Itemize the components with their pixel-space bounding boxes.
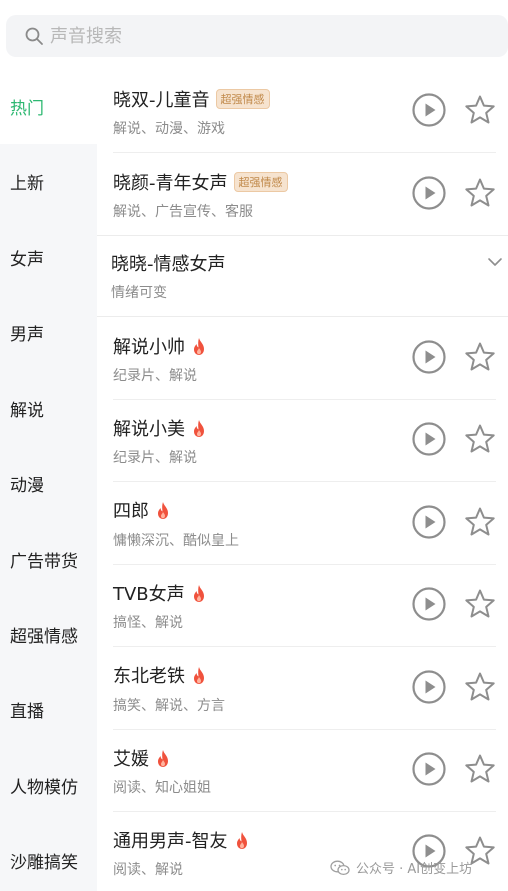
list-item[interactable]: 艾媛 阅读、知心姐姐 — [97, 729, 508, 811]
sidebar-item-label: 解说 — [10, 401, 44, 421]
sidebar-item-male[interactable]: 男声 — [0, 295, 97, 370]
voice-name: TVB女声 — [113, 584, 185, 605]
voice-description: 解说、动漫、游戏 — [113, 121, 225, 137]
chevron-down-icon[interactable] — [486, 253, 504, 271]
sidebar-item-new[interactable]: 上新 — [0, 144, 97, 219]
voice-description: 纪录片、解说 — [113, 450, 197, 466]
play-icon[interactable] — [412, 340, 446, 374]
star-icon[interactable] — [463, 752, 497, 786]
list-item[interactable]: 晓双-儿童音 超强情感 解说、动漫、游戏 — [97, 69, 508, 152]
sidebar-item-female[interactable]: 女声 — [0, 220, 97, 295]
fire-icon — [194, 337, 204, 355]
watermark: 公众号 · AI创变上坊 — [330, 858, 472, 877]
sidebar-item-label: 直播 — [10, 702, 44, 722]
sidebar-item-ads[interactable]: 广告带货 — [0, 522, 97, 597]
star-icon[interactable] — [463, 670, 497, 704]
sidebar-item-label: 广告带货 — [10, 552, 78, 572]
voice-name: 四郎 — [113, 501, 149, 522]
play-icon[interactable] — [412, 587, 446, 621]
play-icon[interactable] — [412, 422, 446, 456]
star-icon[interactable] — [463, 587, 497, 621]
fire-icon — [194, 419, 204, 437]
play-icon[interactable] — [412, 505, 446, 539]
voice-name: 通用男声-智友 — [113, 831, 228, 852]
play-icon[interactable] — [412, 176, 446, 210]
search-bar[interactable] — [6, 15, 508, 57]
voice-description: 搞怪、解说 — [113, 615, 183, 631]
fire-icon — [158, 501, 168, 519]
sidebar-item-funny[interactable]: 沙雕搞笑 — [0, 823, 97, 891]
sidebar-item-label: 上新 — [10, 174, 44, 194]
voice-description: 阅读、解说 — [113, 862, 183, 878]
sidebar-item-emotion[interactable]: 超强情感 — [0, 597, 97, 672]
play-icon[interactable] — [412, 93, 446, 127]
fire-icon — [193, 584, 204, 602]
sidebar-item-label: 男声 — [10, 325, 44, 345]
voice-description: 情绪可变 — [111, 285, 167, 301]
list-item[interactable]: 解说小帅 纪录片、解说 — [97, 316, 508, 399]
list-item[interactable]: 通用男声-智友 阅读、解说 — [97, 811, 508, 891]
watermark-text: 公众号 · AI创变上坊 — [356, 862, 473, 877]
play-icon[interactable] — [412, 670, 446, 704]
list-item-expandable[interactable]: 晓晓-情感女声 情绪可变 — [97, 235, 508, 316]
sidebar-item-imitation[interactable]: 人物模仿 — [0, 748, 97, 823]
voice-description: 纪录片、解说 — [113, 368, 197, 384]
voice-list: 晓双-儿童音 超强情感 解说、动漫、游戏 晓颜-青年女声 超强情感 解说、广告宣… — [97, 69, 508, 891]
voice-tag-badge: 超强情感 — [233, 172, 288, 192]
wechat-icon — [330, 860, 350, 875]
voice-name: 艾媛 — [113, 749, 149, 770]
sidebar-item-label: 热门 — [10, 99, 44, 119]
voice-name: 晓双-儿童音 — [113, 90, 210, 111]
voice-name: 晓晓-情感女声 — [111, 254, 226, 275]
sidebar-item-label: 女声 — [10, 250, 44, 270]
search-input[interactable] — [50, 15, 490, 57]
search-icon — [25, 27, 43, 45]
list-item[interactable]: 东北老铁 搞笑、解说、方言 — [97, 646, 508, 729]
voice-description: 搞笑、解说、方言 — [113, 698, 225, 714]
star-icon[interactable] — [463, 422, 497, 456]
voice-description: 解说、广告宣传、客服 — [113, 204, 253, 220]
star-icon[interactable] — [463, 93, 497, 127]
sidebar-item-label: 超强情感 — [10, 627, 78, 647]
sidebar-item-hot[interactable]: 热门 — [0, 69, 97, 144]
sidebar-item-label: 动漫 — [10, 476, 44, 496]
fire-icon — [236, 831, 247, 849]
star-icon[interactable] — [463, 176, 497, 210]
voice-description: 阅读、知心姐姐 — [113, 780, 211, 796]
voice-name: 东北老铁 — [113, 666, 185, 687]
voice-name: 解说小帅 — [113, 337, 185, 358]
list-item[interactable]: 四郎 慵懒深沉、酷似皇上 — [97, 481, 508, 564]
fire-icon — [194, 666, 204, 684]
sidebar-item-label: 人物模仿 — [10, 778, 78, 798]
voice-description: 慵懒深沉、酷似皇上 — [113, 533, 239, 549]
sidebar-item-narration[interactable]: 解说 — [0, 371, 97, 446]
sidebar-item-live[interactable]: 直播 — [0, 672, 97, 747]
list-item[interactable]: 晓颜-青年女声 超强情感 解说、广告宣传、客服 — [97, 152, 508, 235]
category-sidebar: 热门 上新 女声 男声 解说 动漫 广告带货 超强情感 直播 人物模仿 沙雕搞笑 — [0, 69, 97, 891]
sidebar-item-label: 沙雕搞笑 — [10, 853, 78, 873]
sidebar-item-anime[interactable]: 动漫 — [0, 446, 97, 521]
voice-tag-badge: 超强情感 — [215, 89, 270, 109]
star-icon[interactable] — [463, 340, 497, 374]
list-item[interactable]: TVB女声 搞怪、解说 — [97, 564, 508, 646]
play-icon[interactable] — [412, 752, 446, 786]
voice-name: 解说小美 — [113, 419, 185, 440]
voice-name: 晓颜-青年女声 — [113, 173, 228, 194]
star-icon[interactable] — [463, 505, 497, 539]
list-item[interactable]: 解说小美 纪录片、解说 — [97, 399, 508, 481]
fire-icon — [158, 749, 168, 767]
